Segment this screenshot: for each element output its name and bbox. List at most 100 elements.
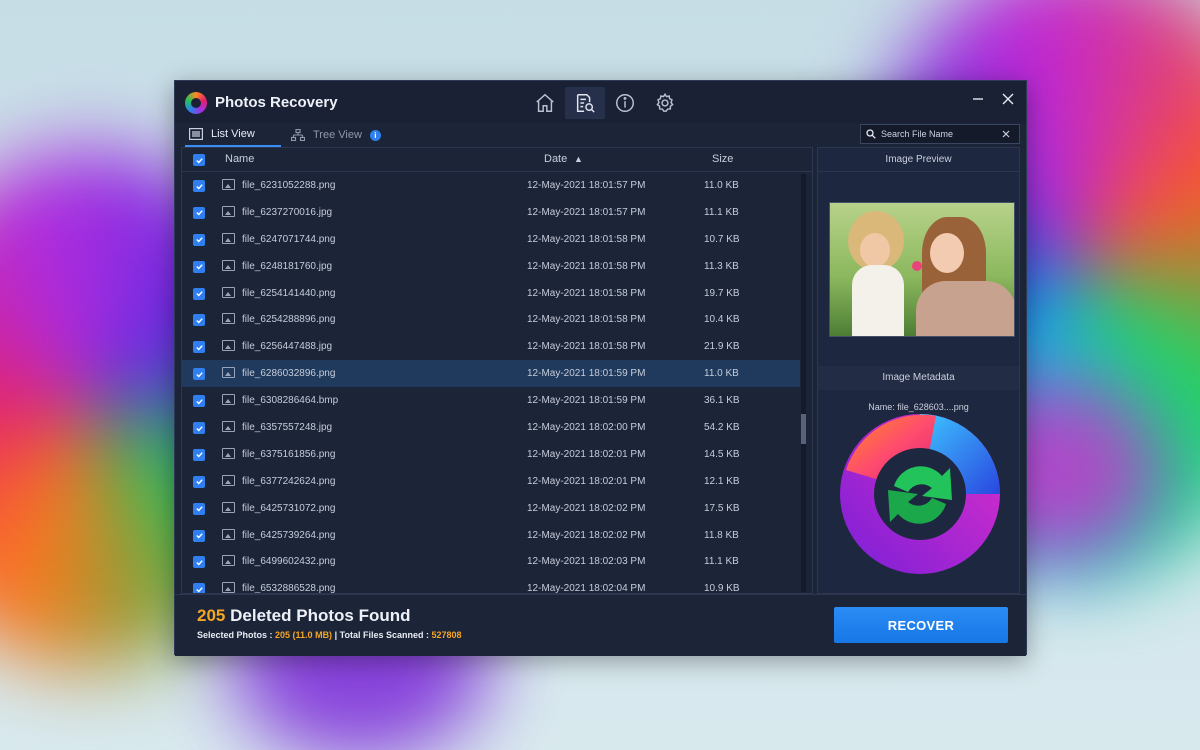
app-window: Photos Recovery List View Tree View i Se… (174, 80, 1027, 656)
row-checkbox[interactable] (193, 422, 205, 435)
image-file-icon (222, 205, 235, 217)
tab-list-view[interactable]: List View (185, 123, 281, 147)
checkmark-icon (195, 264, 203, 270)
scrollbar-thumb[interactable] (801, 414, 806, 444)
file-size: 14.5 KB (704, 448, 740, 460)
image-preview-heading: Image Preview (818, 148, 1019, 172)
found-count: 205 (197, 606, 226, 625)
list-scrollbar[interactable] (801, 174, 806, 592)
tab-tree-view[interactable]: Tree View i (287, 123, 383, 147)
table-row[interactable]: file_6231052288.png 12-May-2021 18:01:57 … (182, 172, 800, 199)
image-file-icon (222, 394, 235, 406)
window-controls (970, 91, 1016, 107)
row-checkbox[interactable] (193, 368, 205, 381)
search-input[interactable] (881, 129, 997, 139)
row-checkbox[interactable] (193, 206, 205, 219)
table-row[interactable]: file_6532886528.png 12-May-2021 18:02:04 … (182, 575, 800, 594)
image-file-icon (222, 501, 235, 513)
table-row[interactable]: file_6247071744.png 12-May-2021 18:01:58 … (182, 226, 800, 253)
row-checkbox[interactable] (193, 233, 205, 246)
table-row[interactable]: file_6377242624.png 12-May-2021 18:02:01 … (182, 468, 800, 495)
row-checkbox[interactable] (193, 502, 205, 515)
image-file-icon (222, 582, 235, 593)
file-name: file_6231052288.png (242, 180, 336, 191)
row-checkbox[interactable] (193, 395, 205, 408)
file-name: file_6254288896.png (242, 314, 336, 326)
column-header-name[interactable]: Name (225, 153, 254, 165)
checkmark-icon (195, 345, 203, 351)
file-name: file_6377242624.png (242, 475, 336, 487)
checkmark-icon (195, 479, 203, 485)
close-button[interactable] (1000, 91, 1016, 107)
clear-search-icon[interactable] (1002, 130, 1010, 138)
status-footer: 205 Deleted Photos Found Selected Photos… (175, 594, 1026, 656)
table-row[interactable]: file_6425731072.png 12-May-2021 18:02:02 … (182, 495, 800, 522)
row-checkbox[interactable] (193, 314, 205, 327)
file-name: file_6357557248.jpg (242, 422, 333, 434)
total-scanned-label: Total Files Scanned : (339, 630, 429, 640)
file-date: 12-May-2021 18:02:04 PM (527, 583, 646, 594)
checkmark-icon (195, 371, 203, 378)
image-metadata-heading: Image Metadata (818, 366, 1019, 390)
table-row[interactable]: file_6425739264.png 12-May-2021 18:02:02 … (182, 522, 800, 549)
row-checkbox[interactable] (193, 448, 205, 461)
tree-view-info-icon[interactable]: i (369, 129, 381, 141)
image-file-icon (222, 528, 235, 540)
image-file-icon (222, 286, 235, 298)
home-icon (536, 93, 554, 112)
file-size: 10.9 KB (704, 583, 740, 594)
search-box (860, 124, 1020, 144)
row-checkbox[interactable] (193, 341, 205, 354)
row-checkbox[interactable] (193, 287, 205, 300)
recover-button[interactable]: RECOVER (834, 607, 1008, 643)
file-size: 12.1 KB (704, 475, 740, 487)
checkmark-icon (195, 237, 203, 243)
search-icon (866, 129, 876, 139)
select-all-checkbox[interactable] (193, 154, 205, 166)
table-row[interactable]: file_6248181760.jpg 12-May-2021 18:01:58 … (182, 253, 800, 280)
row-checkbox[interactable] (193, 180, 205, 192)
row-checkbox[interactable] (193, 583, 205, 593)
home-button[interactable] (525, 87, 565, 119)
table-row[interactable]: file_6256447488.jpg 12-May-2021 18:01:58 … (182, 333, 800, 360)
file-date: 12-May-2021 18:02:01 PM (527, 475, 646, 487)
file-name: file_6375161856.png (242, 448, 336, 460)
table-row[interactable]: file_6254288896.png 12-May-2021 18:01:58 … (182, 306, 800, 333)
image-file-icon (222, 232, 235, 244)
table-row[interactable]: file_6375161856.png 12-May-2021 18:02:01 … (182, 441, 800, 468)
column-header-date[interactable]: Date (544, 153, 567, 165)
row-checkbox[interactable] (193, 475, 205, 488)
row-checkbox[interactable] (193, 556, 205, 569)
file-size: 10.4 KB (704, 314, 740, 326)
checkmark-icon (195, 506, 203, 512)
file-size: 54.2 KB (704, 422, 740, 434)
minimize-button[interactable] (970, 91, 986, 107)
tab-tree-view-label: Tree View (313, 129, 362, 141)
row-checkbox[interactable] (193, 260, 205, 273)
table-row[interactable]: file_6357557248.jpg 12-May-2021 18:02:00 … (182, 414, 800, 441)
table-row[interactable]: file_6308286464.bmp 12-May-2021 18:01:59 … (182, 387, 800, 414)
info-button[interactable] (605, 87, 645, 119)
column-header-size[interactable]: Size (712, 153, 733, 165)
file-date: 12-May-2021 18:01:57 PM (527, 206, 646, 218)
file-date: 12-May-2021 18:01:58 PM (527, 314, 646, 326)
row-checkbox[interactable] (193, 529, 205, 542)
settings-icon (656, 92, 674, 113)
file-date: 12-May-2021 18:01:59 PM (527, 395, 646, 407)
table-row[interactable]: file_6254141440.png 12-May-2021 18:01:58 … (182, 280, 800, 307)
checkmark-icon (195, 560, 203, 566)
settings-button[interactable] (645, 87, 685, 119)
view-tab-bar: List View Tree View i (181, 123, 1020, 147)
image-file-icon (222, 179, 235, 190)
image-preview-thumbnail (829, 202, 1015, 337)
app-logo-icon (185, 92, 207, 114)
scan-results-icon (576, 94, 595, 113)
file-name: file_6499602432.png (242, 556, 336, 568)
file-size: 11.0 KB (704, 368, 739, 380)
table-row[interactable]: file_6237270016.jpg 12-May-2021 18:01:57 … (182, 199, 800, 226)
file-size: 11.3 KB (704, 260, 739, 272)
scan-results-button[interactable] (565, 87, 605, 119)
table-row[interactable]: file_6286032896.png 12-May-2021 18:01:59 … (182, 360, 800, 388)
file-list-header: Name Date ▲ Size (182, 148, 812, 172)
table-row[interactable]: file_6499602432.png 12-May-2021 18:02:03 … (182, 548, 800, 575)
